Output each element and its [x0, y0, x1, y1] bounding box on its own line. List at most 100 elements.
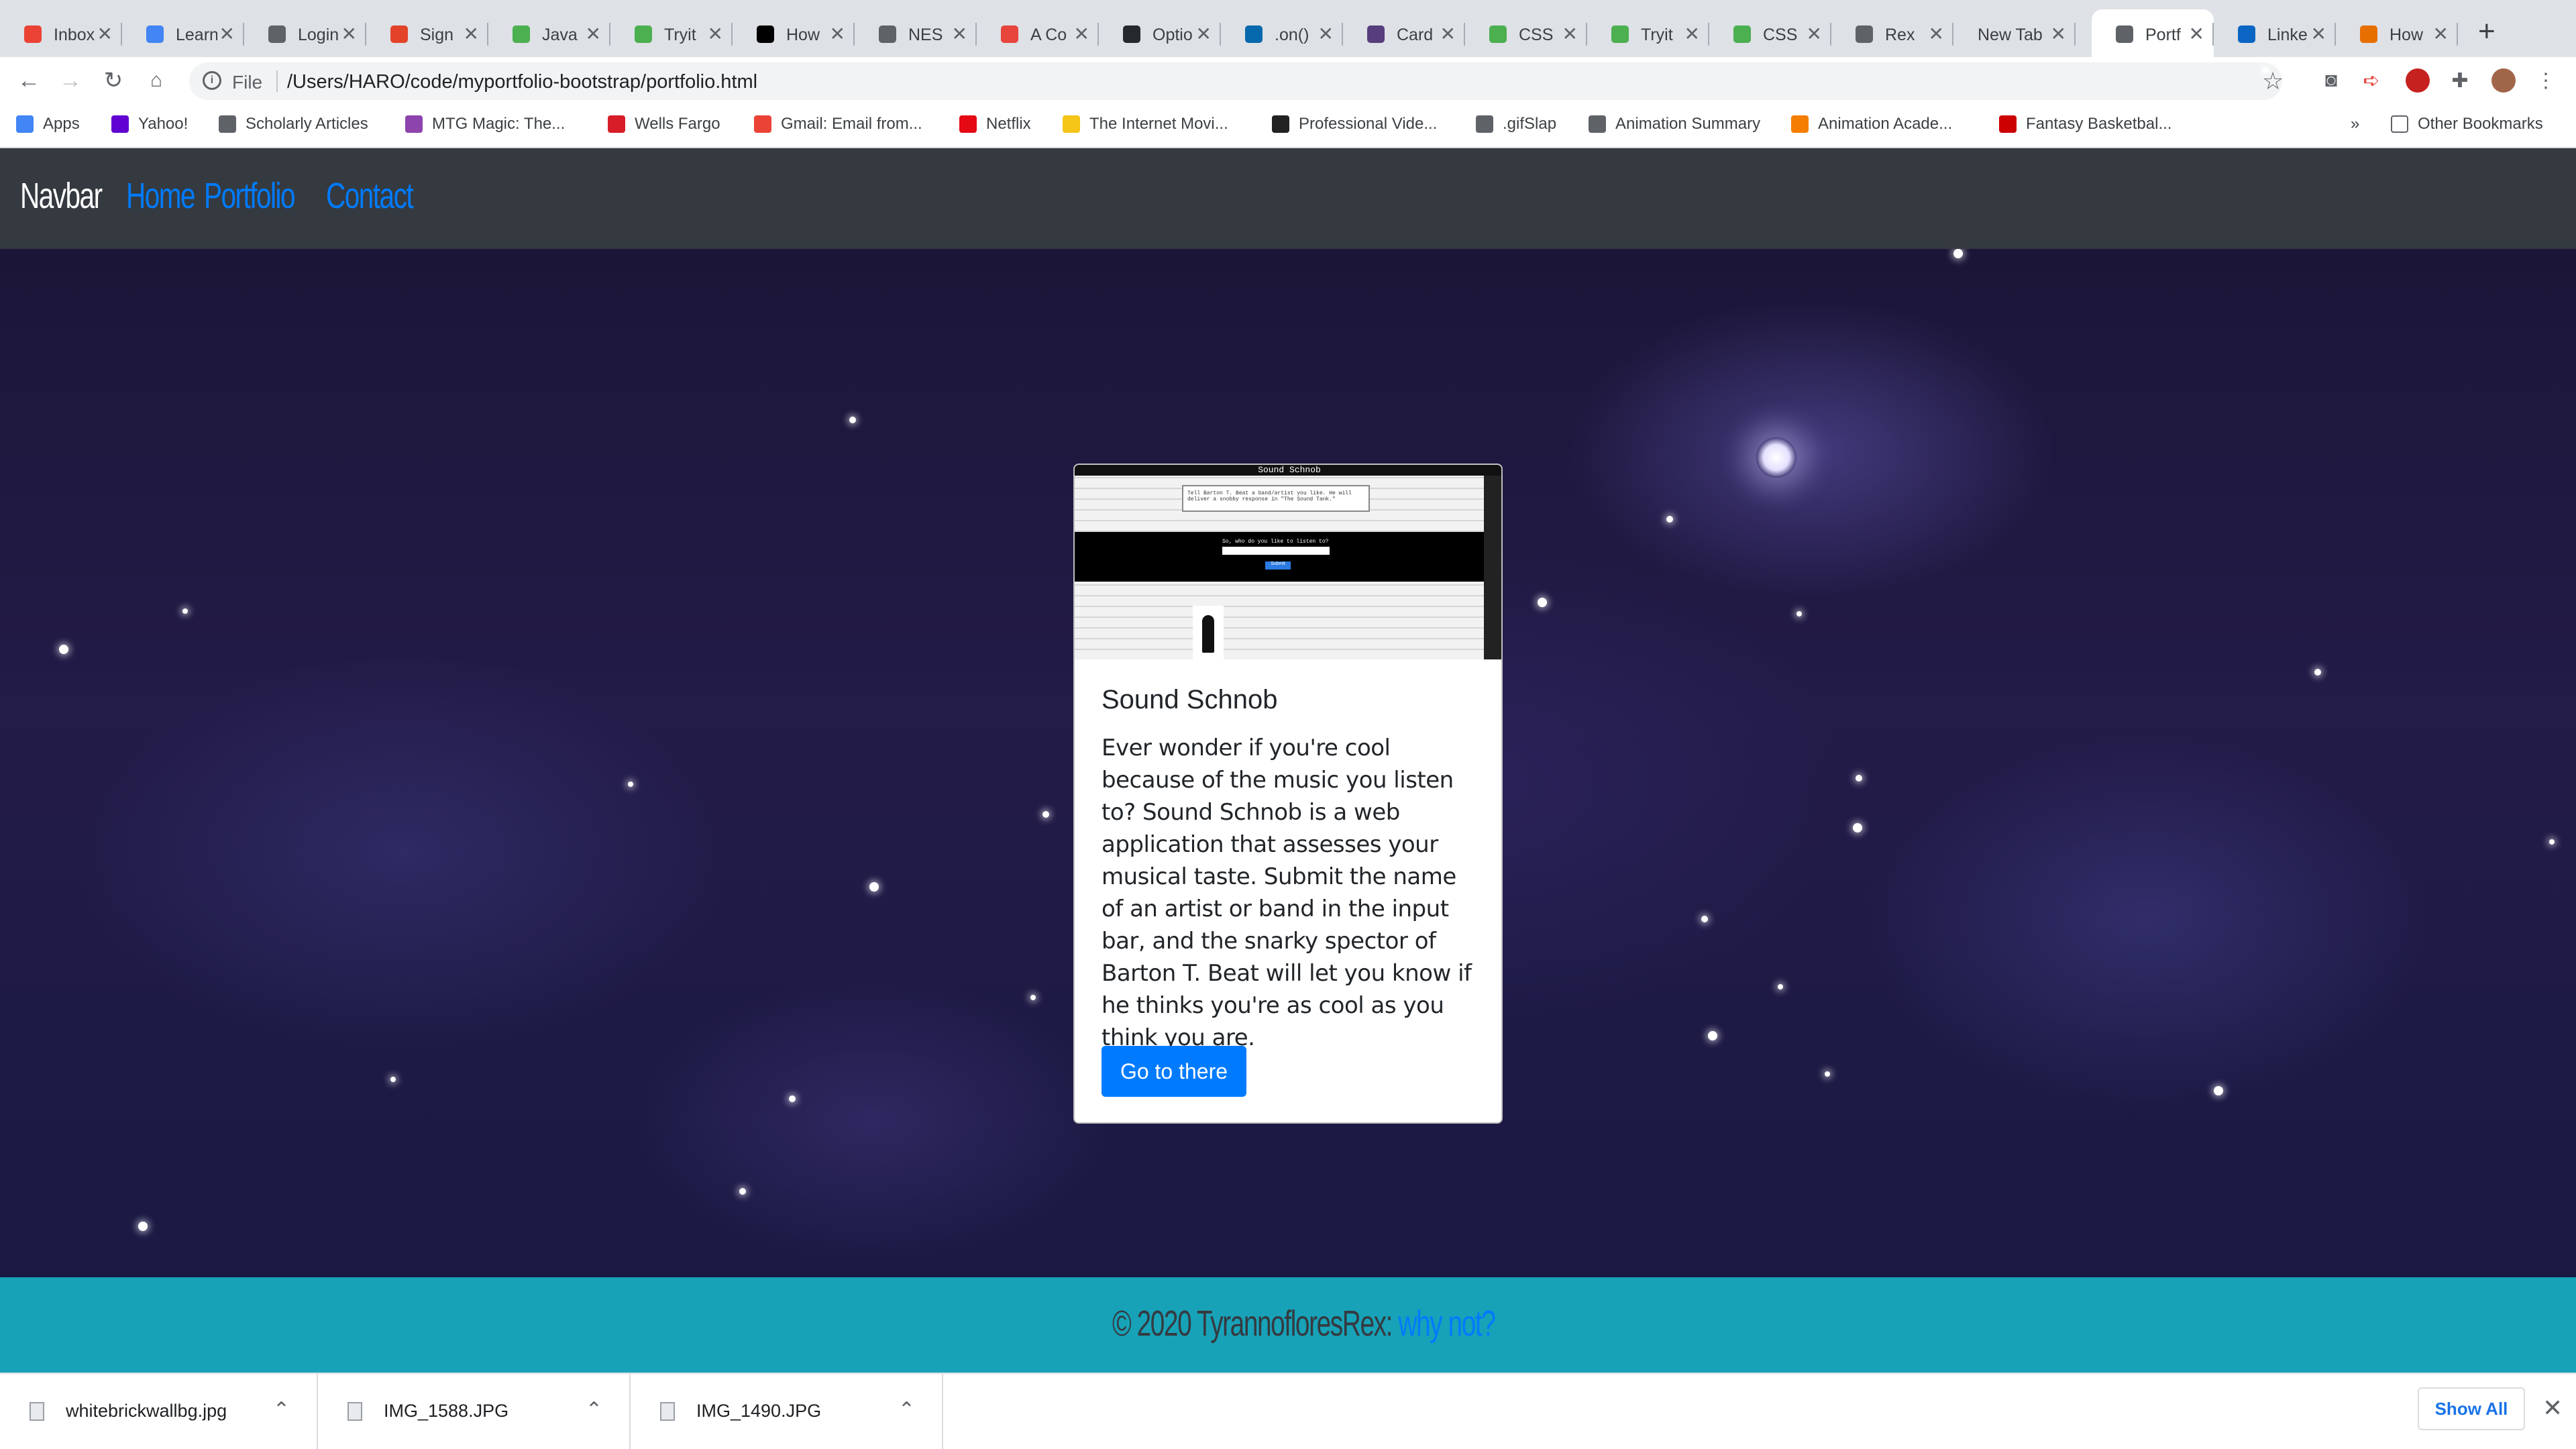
- bookmark-item[interactable]: Wells Fargo: [608, 115, 720, 133]
- close-tab-icon[interactable]: ✕: [586, 23, 601, 45]
- tab-1[interactable]: Inbox ✕: [0, 9, 122, 57]
- tab-3[interactable]: Login ✕: [244, 9, 366, 57]
- tab-title: CSS: [1519, 25, 1554, 44]
- nav-contact-link[interactable]: Contact: [326, 175, 414, 217]
- profile-avatar[interactable]: [2491, 68, 2516, 93]
- back-icon[interactable]: ←: [15, 66, 43, 95]
- close-tab-icon[interactable]: ✕: [1562, 23, 1578, 45]
- menu-kebab-icon[interactable]: ⋮: [2532, 66, 2560, 95]
- nav-home-link[interactable]: Home: [126, 175, 196, 217]
- tab-4[interactable]: Sign ✕: [366, 9, 488, 57]
- close-tab-icon[interactable]: ✕: [464, 23, 479, 45]
- bookmark-item[interactable]: Netflix: [959, 115, 1031, 133]
- go-to-there-button[interactable]: Go to there: [1102, 1046, 1246, 1097]
- tab-16[interactable]: Rex ✕: [1831, 9, 1953, 57]
- bookmark-item[interactable]: The Internet Movi...: [1063, 115, 1228, 133]
- nav-portfolio-link[interactable]: Portfolio: [204, 175, 296, 217]
- jquery-icon: [1245, 25, 1263, 43]
- camera-icon[interactable]: ◙: [2317, 66, 2345, 95]
- close-tab-icon[interactable]: ✕: [1074, 23, 1089, 45]
- tab-2[interactable]: Learn ✕: [122, 9, 244, 57]
- bookmark-item[interactable]: Yahoo!: [111, 115, 188, 133]
- chevron-up-icon[interactable]: ⌃: [273, 1398, 290, 1421]
- star-dot: [739, 1188, 746, 1195]
- tab-6[interactable]: Tryit ✕: [610, 9, 733, 57]
- thumb-input: [1222, 547, 1330, 555]
- cast-extension-icon[interactable]: ➪: [2357, 66, 2385, 95]
- tab-18[interactable]: Portf ✕: [2092, 9, 2214, 57]
- close-tab-icon[interactable]: ✕: [708, 23, 723, 45]
- close-tab-icon[interactable]: ✕: [2433, 23, 2449, 45]
- close-tab-icon[interactable]: ✕: [341, 23, 357, 45]
- espn-icon: [1999, 115, 2017, 133]
- bookmark-item[interactable]: Fantasy Basketbal...: [1999, 115, 2171, 133]
- tab-13[interactable]: CSS ✕: [1465, 9, 1587, 57]
- close-tab-icon[interactable]: ✕: [952, 23, 967, 45]
- show-all-button[interactable]: Show All: [2418, 1387, 2525, 1430]
- tab-title: Java: [542, 25, 578, 44]
- extensions-puzzle-icon[interactable]: ✚: [2446, 66, 2474, 95]
- close-tab-icon[interactable]: ✕: [1440, 23, 1456, 45]
- close-tab-icon[interactable]: ✕: [2311, 23, 2326, 45]
- tab-7[interactable]: How ✕: [733, 9, 855, 57]
- tab-9[interactable]: A Co ✕: [977, 9, 1099, 57]
- w3schools-icon: [513, 25, 530, 43]
- tab-8[interactable]: NES ✕: [855, 9, 977, 57]
- close-icon[interactable]: ✕: [2542, 1394, 2563, 1422]
- close-tab-icon[interactable]: ✕: [97, 23, 113, 45]
- forward-icon[interactable]: →: [56, 66, 85, 95]
- reload-icon[interactable]: ↻: [99, 66, 127, 95]
- gmail-icon: [754, 115, 771, 133]
- tab-12[interactable]: Card ✕: [1343, 9, 1465, 57]
- download-item[interactable]: IMG_1588.JPG ⌃: [318, 1374, 631, 1449]
- footer-link[interactable]: why not?: [1398, 1303, 1496, 1344]
- tab-17[interactable]: New Tab ✕: [1953, 9, 2076, 57]
- star-dot: [1701, 916, 1708, 922]
- bookmark-label: Fantasy Basketbal...: [2026, 115, 2172, 133]
- navbar-brand[interactable]: Navbar: [20, 175, 103, 217]
- bookmarks-overflow-button[interactable]: »: [2351, 115, 2359, 133]
- bookmark-item[interactable]: MTG Magic: The...: [405, 115, 565, 133]
- new-tab-button[interactable]: +: [2478, 15, 2496, 48]
- close-tab-icon[interactable]: ✕: [1807, 23, 1822, 45]
- site-footer: © 2020 TyrannofloresRex: why not?: [0, 1277, 2576, 1373]
- bookmark-item[interactable]: Gmail: Email from...: [754, 115, 922, 133]
- extension-badge-icon[interactable]: [2406, 68, 2430, 93]
- tab-14[interactable]: Tryit ✕: [1587, 9, 1709, 57]
- bookmark-item[interactable]: .gifSlap: [1476, 115, 1556, 133]
- bookmark-item[interactable]: Apps: [16, 115, 80, 133]
- bookmark-star-icon[interactable]: ☆: [2262, 67, 2284, 95]
- url-text[interactable]: /Users/HARO/code/myportfolio-bootstrap/p…: [287, 71, 757, 93]
- chevron-up-icon[interactable]: ⌃: [898, 1398, 915, 1421]
- close-tab-icon[interactable]: ✕: [2051, 23, 2066, 45]
- address-bar[interactable]: i File /Users/HARO/code/myportfolio-boot…: [189, 62, 2284, 100]
- tab-11[interactable]: .on() ✕: [1221, 9, 1343, 57]
- close-tab-icon[interactable]: ✕: [219, 23, 235, 45]
- download-item[interactable]: whitebrickwallbg.jpg ⌃: [0, 1374, 318, 1449]
- close-tab-icon[interactable]: ✕: [1684, 23, 1700, 45]
- folder-icon: [2391, 115, 2408, 133]
- close-tab-icon[interactable]: ✕: [1929, 23, 1944, 45]
- thumb-figure-image: [1193, 606, 1224, 659]
- close-tab-icon[interactable]: ✕: [830, 23, 845, 45]
- download-item[interactable]: IMG_1490.JPG ⌃: [631, 1374, 943, 1449]
- tab-5[interactable]: Java ✕: [488, 9, 610, 57]
- tab-20[interactable]: How ✕: [2336, 9, 2458, 57]
- tab-15[interactable]: CSS ✕: [1709, 9, 1831, 57]
- star-dot: [1953, 249, 1963, 258]
- bookmark-item[interactable]: Professional Vide...: [1272, 115, 1437, 133]
- close-tab-icon[interactable]: ✕: [1318, 23, 1334, 45]
- home-icon[interactable]: ⌂: [142, 66, 170, 95]
- linkedin-icon: [2238, 25, 2255, 43]
- chevron-up-icon[interactable]: ⌃: [586, 1398, 602, 1421]
- info-icon[interactable]: i: [203, 71, 221, 90]
- tab-10[interactable]: Optio ✕: [1099, 9, 1221, 57]
- close-tab-icon[interactable]: ✕: [2189, 23, 2204, 45]
- other-bookmarks[interactable]: Other Bookmarks: [2391, 115, 2543, 133]
- bookmark-item[interactable]: Animation Summary: [1589, 115, 1760, 133]
- tab-19[interactable]: Linke ✕: [2214, 9, 2336, 57]
- mtg-icon: [405, 115, 423, 133]
- bookmark-item[interactable]: Animation Acade...: [1791, 115, 1952, 133]
- bookmark-item[interactable]: Scholarly Articles: [219, 115, 368, 133]
- close-tab-icon[interactable]: ✕: [1196, 23, 1212, 45]
